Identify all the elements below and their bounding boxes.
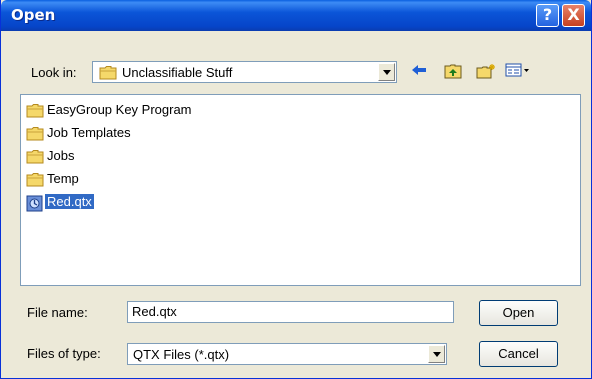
open-button[interactable]: Open	[479, 300, 558, 326]
title-bar[interactable]: Open ? X	[1, 0, 591, 31]
help-button[interactable]: ?	[536, 4, 559, 27]
dialog-title: Open	[11, 6, 56, 24]
file-name-input[interactable]: Red.qtx	[127, 301, 454, 323]
folder-icon	[26, 103, 44, 121]
list-item-label: Temp	[47, 171, 79, 186]
list-item-label: Jobs	[47, 148, 75, 163]
folder-icon	[26, 126, 44, 144]
open-dialog: Open ? X Look in: Unclassifiable Stuff E…	[0, 0, 592, 379]
list-item-label: Job Templates	[47, 125, 131, 140]
cancel-button[interactable]: Cancel	[479, 341, 558, 367]
look-in-value: Unclassifiable Stuff	[122, 65, 233, 80]
file-type-value: QTX Files (*.qtx)	[133, 347, 230, 362]
folder-icon	[26, 149, 44, 167]
file-name-label: File name:	[27, 305, 88, 320]
file-type-dropdown-arrow[interactable]	[428, 345, 445, 363]
folder-icon	[26, 172, 44, 190]
new-folder-icon[interactable]	[476, 63, 496, 81]
file-type-label: Files of type:	[27, 346, 101, 361]
file-list[interactable]: EasyGroup Key Program Job Templates Jobs…	[20, 94, 581, 286]
qtx-file-icon	[26, 195, 44, 215]
file-type-dropdown[interactable]: QTX Files (*.qtx)	[127, 343, 447, 365]
close-button[interactable]: X	[562, 4, 585, 27]
up-folder-icon[interactable]	[443, 63, 463, 81]
view-menu-icon[interactable]	[504, 63, 532, 81]
list-item-label: Red.qtx	[45, 194, 94, 209]
folder-icon	[99, 65, 117, 83]
look-in-label: Look in:	[31, 65, 77, 80]
look-in-dropdown[interactable]: Unclassifiable Stuff	[92, 61, 397, 83]
list-item-label: EasyGroup Key Program	[47, 102, 192, 117]
look-in-dropdown-arrow[interactable]	[378, 63, 395, 81]
back-arrow-icon[interactable]	[409, 63, 429, 81]
